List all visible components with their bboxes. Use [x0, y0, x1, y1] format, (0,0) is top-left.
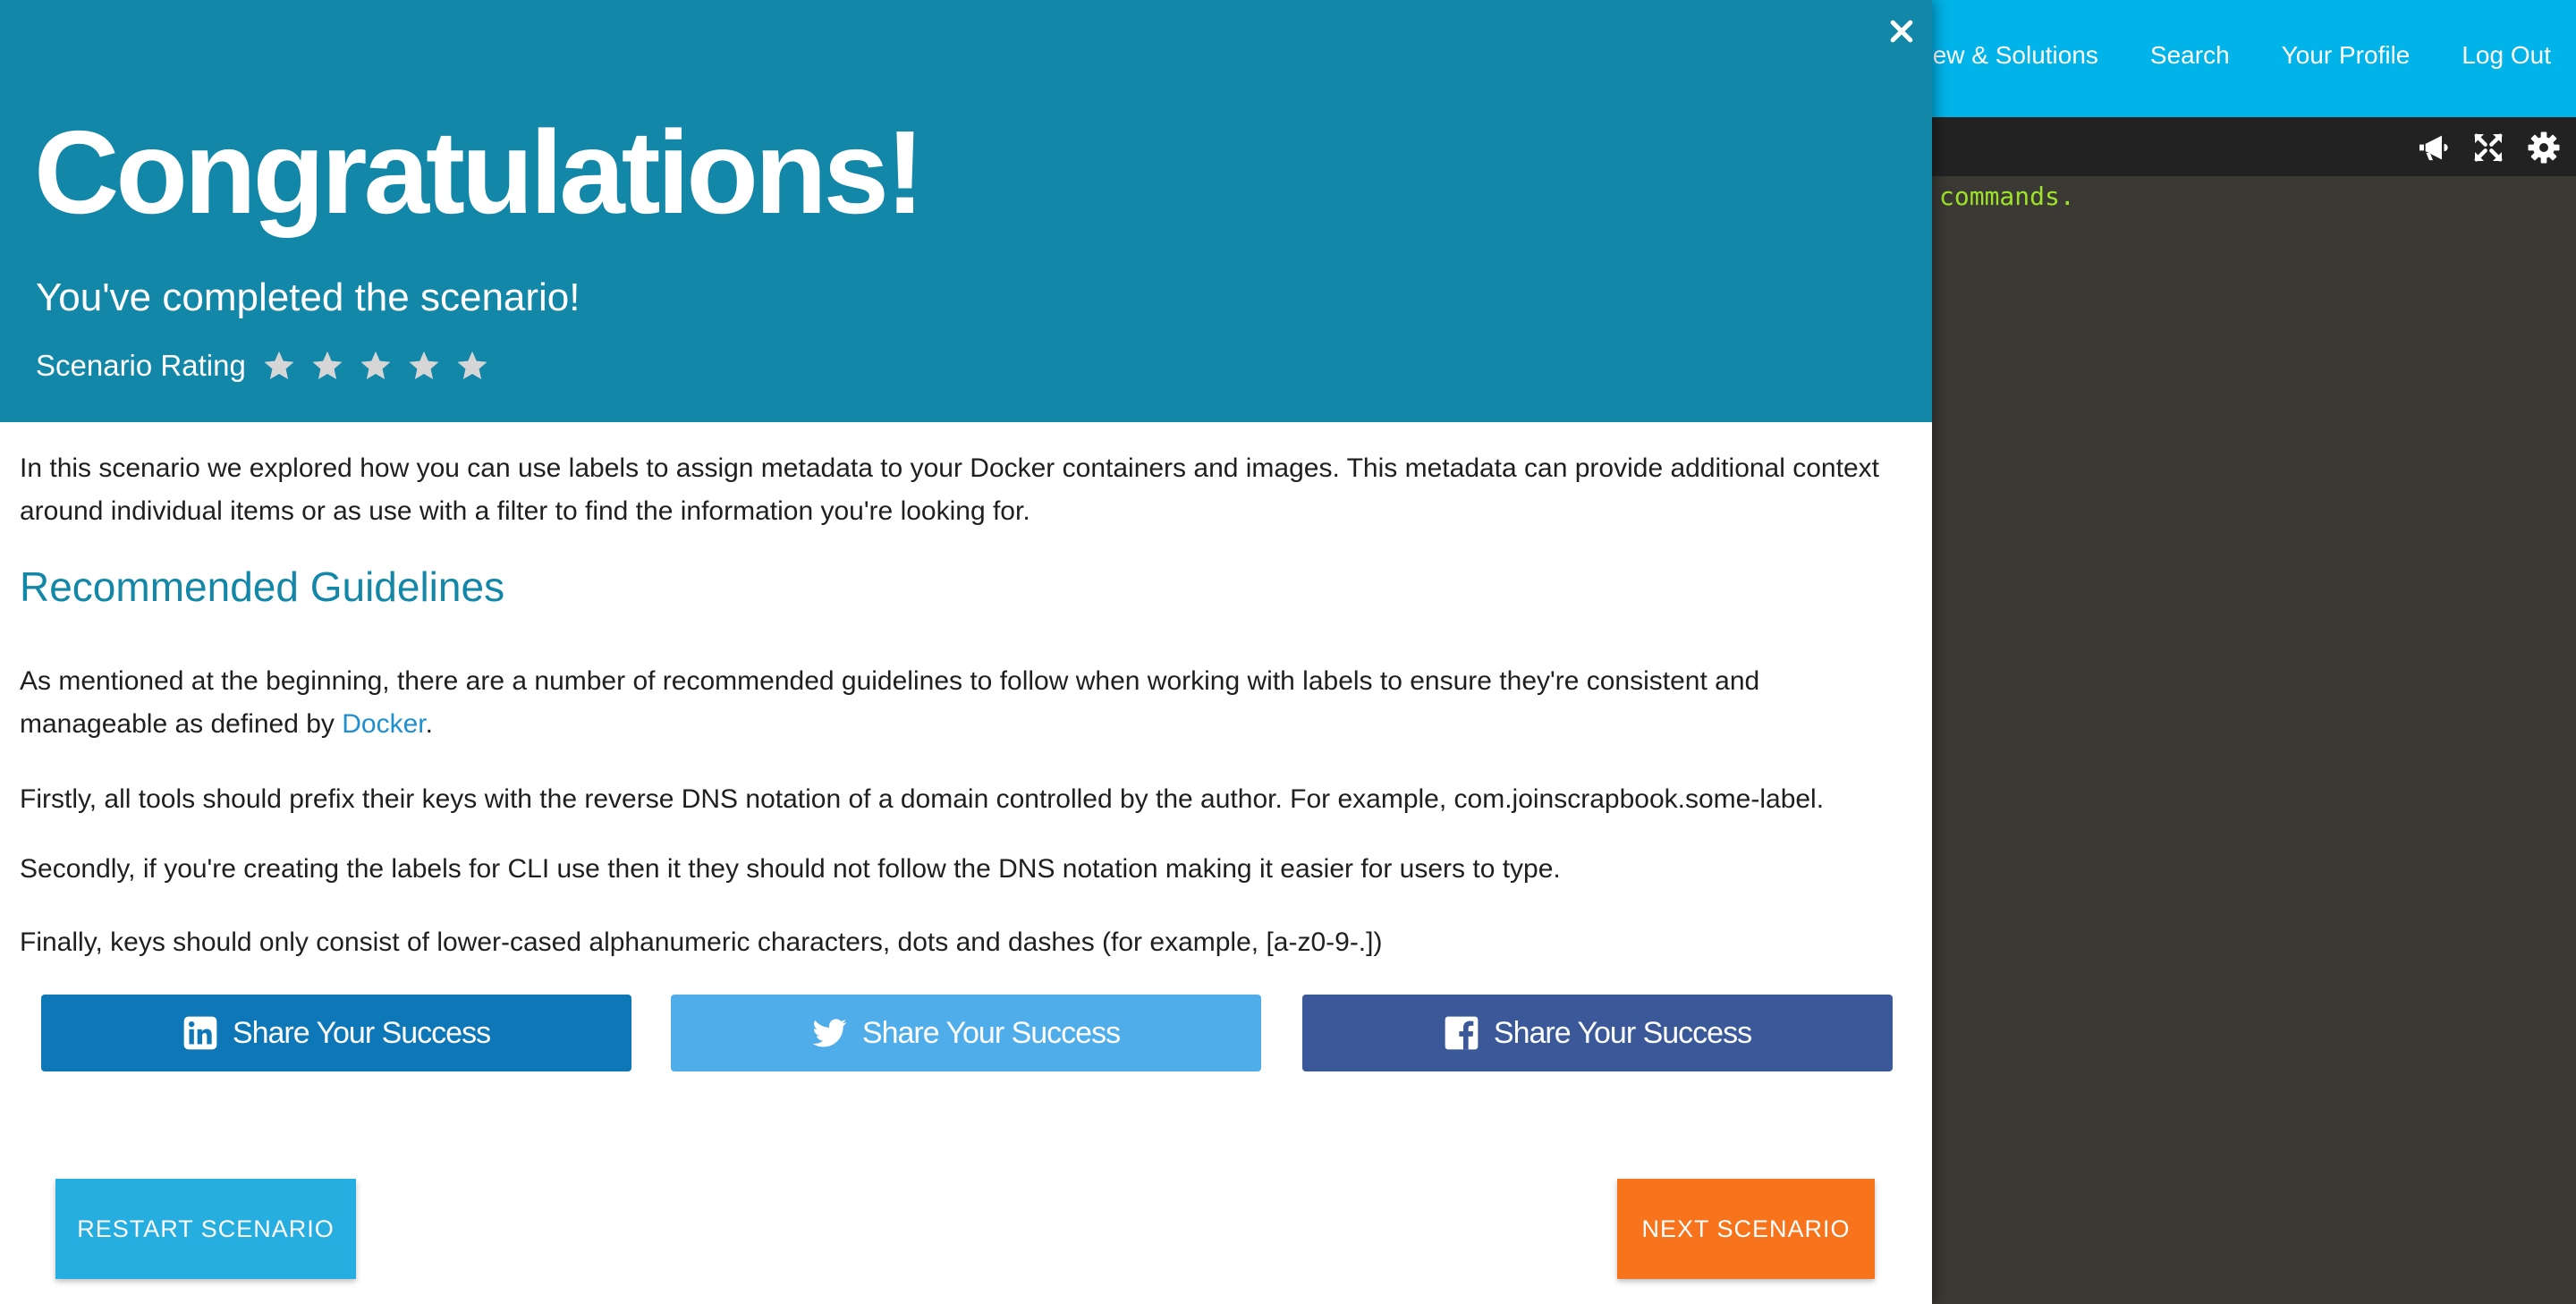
- star-icon[interactable]: [455, 349, 489, 383]
- nav-item-your-profile[interactable]: Your Profile: [2282, 41, 2411, 70]
- share-linkedin-button[interactable]: Share Your Success: [41, 995, 631, 1071]
- completion-subtitle: You've completed the scenario!: [36, 275, 580, 319]
- share-facebook-label: Share Your Success: [1493, 1015, 1752, 1050]
- completion-modal: Congratulations! You've completed the sc…: [0, 0, 1932, 1304]
- guideline-prefix-paragraph: Firstly, all tools should prefix their k…: [20, 784, 1825, 814]
- facebook-icon: [1445, 1016, 1479, 1050]
- twitter-icon: [812, 1019, 847, 1047]
- rating-label: Scenario Rating: [36, 349, 246, 382]
- terminal-output: commands.: [1939, 182, 2075, 211]
- guidelines-paragraph: As mentioned at the beginning, there are…: [20, 660, 1907, 746]
- modal-header: Congratulations! You've completed the sc…: [0, 0, 1932, 422]
- share-facebook-button[interactable]: Share Your Success: [1302, 995, 1893, 1071]
- section-heading: Recommended Guidelines: [20, 563, 505, 610]
- share-linkedin-label: Share Your Success: [232, 1015, 491, 1050]
- star-icon[interactable]: [262, 349, 296, 383]
- guidelines-period: .: [425, 709, 433, 739]
- terminal-toolbar-icons: [2415, 130, 2562, 165]
- restart-scenario-button[interactable]: RESTART SCENARIO: [55, 1179, 356, 1279]
- intro-paragraph: In this scenario we explored how you can…: [20, 453, 1879, 526]
- docker-link[interactable]: Docker: [342, 709, 425, 739]
- star-icon[interactable]: [407, 349, 441, 383]
- star-icon[interactable]: [359, 349, 393, 383]
- star-icon[interactable]: [310, 349, 344, 383]
- megaphone-icon[interactable]: [2415, 130, 2451, 165]
- share-twitter-button[interactable]: Share Your Success: [671, 995, 1261, 1071]
- close-icon: [1890, 20, 1913, 43]
- page-title: Congratulations!: [34, 106, 925, 238]
- nav-item-log-out[interactable]: Log Out: [2462, 41, 2551, 70]
- terminal[interactable]: commands.: [1932, 176, 2576, 1304]
- scenario-rating: Scenario Rating: [36, 349, 489, 383]
- nav-item-review-solutions[interactable]: ew & Solutions: [1933, 41, 2098, 70]
- rating-stars: [262, 349, 489, 383]
- guideline-cli-paragraph: Secondly, if you're creating the labels …: [20, 854, 1561, 884]
- guidelines-text: As mentioned at the beginning, there are…: [20, 666, 1760, 739]
- next-scenario-button[interactable]: NEXT SCENARIO: [1617, 1179, 1875, 1279]
- close-button[interactable]: [1889, 14, 1914, 48]
- nav-menu: ew & Solutions Search Your Profile Log O…: [1881, 0, 2551, 111]
- share-buttons: Share Your Success Share Your Success Sh…: [0, 995, 1932, 1071]
- linkedin-icon: [183, 1016, 217, 1050]
- gear-icon[interactable]: [2526, 130, 2562, 165]
- expand-icon[interactable]: [2470, 130, 2506, 165]
- nav-item-search[interactable]: Search: [2150, 41, 2230, 70]
- guideline-keys-paragraph: Finally, keys should only consist of low…: [20, 927, 1383, 957]
- share-twitter-label: Share Your Success: [861, 1015, 1121, 1050]
- terminal-toolbar: [1932, 117, 2576, 176]
